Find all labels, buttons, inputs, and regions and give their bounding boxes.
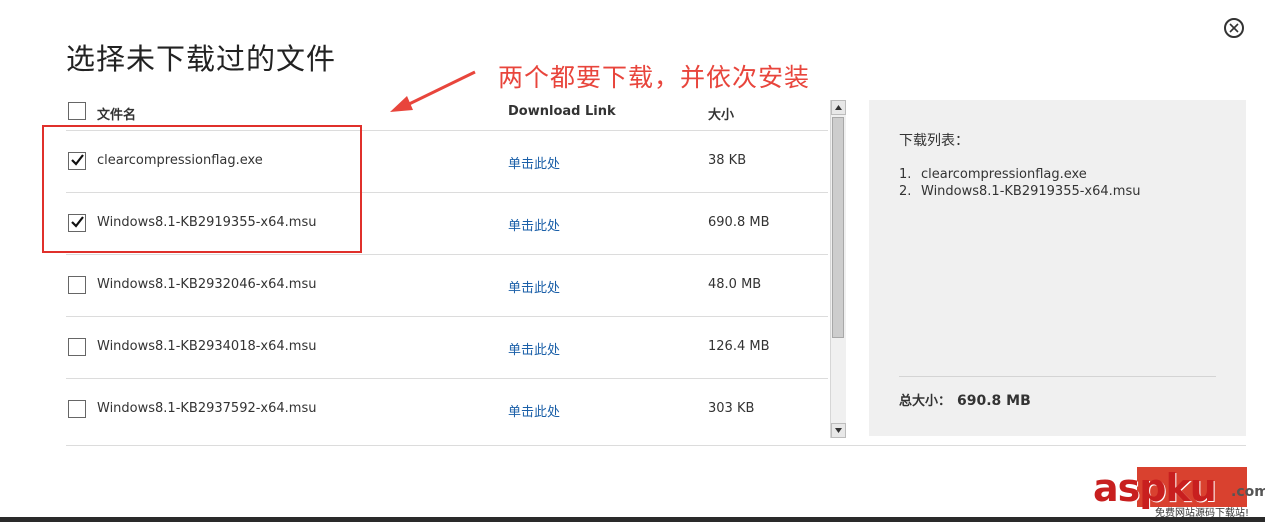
scroll-up-button[interactable] bbox=[831, 100, 846, 115]
file-size: 126.4 MB bbox=[708, 339, 770, 354]
file-name: Windows8.1-KB2932046-x64.msu bbox=[97, 277, 317, 292]
download-list-panel: 下载列表： 1. clearcompressionflag.exe 2. Windo… bbox=[869, 100, 1246, 436]
download-link[interactable]: 单击此处 bbox=[508, 277, 560, 296]
file-name: Windows8.1-KB2934018-x64.msu bbox=[97, 339, 317, 354]
triangle-up-icon bbox=[835, 105, 842, 110]
vertical-scrollbar[interactable] bbox=[830, 100, 846, 438]
column-header-size: 大小 bbox=[708, 108, 735, 123]
watermark-domain-suffix: .com bbox=[1231, 484, 1265, 500]
scroll-down-button[interactable] bbox=[831, 423, 846, 438]
table-row: Windows8.1-KB2934018-x64.msu 单击此处 126.4 … bbox=[66, 316, 828, 379]
select-all-checkbox[interactable] bbox=[68, 102, 86, 120]
total-size-label: 总大小： bbox=[899, 394, 952, 409]
panel-divider bbox=[899, 376, 1216, 377]
file-size: 690.8 MB bbox=[708, 215, 770, 230]
file-size: 303 KB bbox=[708, 401, 755, 416]
scroll-thumb[interactable] bbox=[832, 117, 844, 338]
column-header-link: Download Link bbox=[508, 104, 616, 119]
column-header-filename: 文件名 bbox=[97, 108, 137, 123]
bottom-bar bbox=[0, 517, 1265, 522]
total-size-value: 690.8 MB bbox=[957, 393, 1031, 409]
row-checkbox[interactable] bbox=[68, 338, 86, 356]
total-size: 总大小： 690.8 MB bbox=[899, 390, 1031, 409]
download-link[interactable]: 单击此处 bbox=[508, 215, 560, 234]
close-button[interactable] bbox=[1224, 18, 1244, 38]
dialog-title: 选择未下载过的文件 bbox=[66, 42, 337, 76]
list-item: 1. clearcompressionflag.exe bbox=[899, 167, 1087, 182]
close-icon bbox=[1229, 23, 1239, 33]
site-watermark-logo: aspku .com 免费网站源码下载站! bbox=[1093, 466, 1265, 519]
download-link[interactable]: 单击此处 bbox=[508, 401, 560, 420]
download-list: 1. clearcompressionflag.exe 2. Windows8.1-… bbox=[899, 166, 1140, 200]
download-link[interactable]: 单击此处 bbox=[508, 339, 560, 358]
panel-title: 下载列表： bbox=[899, 133, 969, 149]
file-size: 38 KB bbox=[708, 153, 747, 168]
list-item: 2. Windows8.1-KB2919355-x64.msu bbox=[899, 184, 1141, 199]
divider bbox=[66, 445, 1246, 446]
row-checkbox[interactable] bbox=[68, 400, 86, 418]
table-row: Windows8.1-KB2932046-x64.msu 单击此处 48.0 M… bbox=[66, 254, 828, 317]
triangle-down-icon bbox=[835, 428, 842, 433]
table-row: Windows8.1-KB2937592-x64.msu 单击此处 303 KB bbox=[66, 378, 828, 440]
download-link[interactable]: 单击此处 bbox=[508, 153, 560, 172]
file-name: Windows8.1-KB2937592-x64.msu bbox=[97, 401, 317, 416]
annotation-text: 两个都要下载，并依次安装 bbox=[498, 63, 811, 92]
annotation-highlight-box bbox=[42, 125, 362, 253]
file-size: 48.0 MB bbox=[708, 277, 762, 292]
row-checkbox[interactable] bbox=[68, 276, 86, 294]
